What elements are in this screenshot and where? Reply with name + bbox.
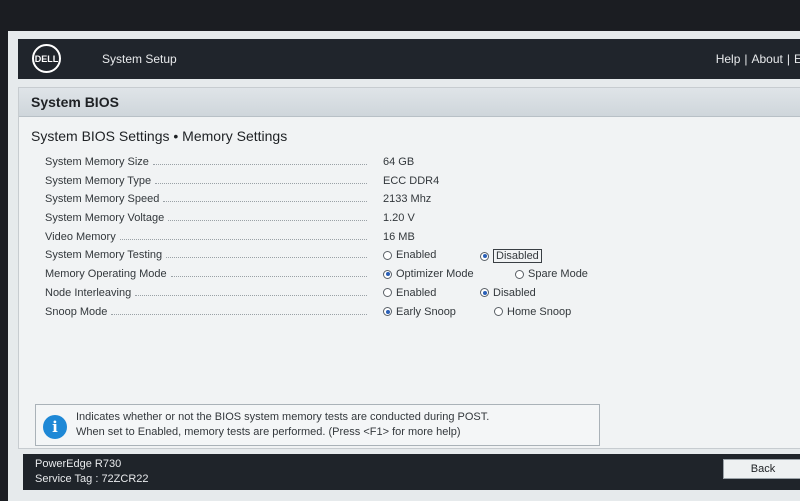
separator: | bbox=[786, 52, 790, 66]
help-text: Indicates whether or not the BIOS system… bbox=[76, 410, 489, 440]
radio-node-interleaving-disabled[interactable]: Disabled bbox=[480, 287, 536, 299]
setting-row-memory-operating-mode: Memory Operating Mode Optimizer Mode Spa… bbox=[19, 266, 800, 285]
leader-dots bbox=[163, 201, 367, 203]
back-button[interactable]: Back bbox=[723, 459, 800, 479]
radio-label: Optimizer Mode bbox=[396, 268, 474, 281]
radio-label: Disabled bbox=[493, 249, 542, 264]
setting-label: System Memory Voltage bbox=[45, 212, 165, 225]
setting-value: 1.20 V bbox=[383, 212, 415, 225]
setting-label: System Memory Type bbox=[45, 174, 152, 187]
radio-node-interleaving-enabled[interactable]: Enabled bbox=[383, 287, 436, 299]
setting-label: System Memory Size bbox=[45, 156, 149, 168]
info-icon: i bbox=[43, 415, 67, 439]
setting-value: 2133 Mhz bbox=[383, 193, 432, 206]
leader-dots bbox=[135, 294, 367, 296]
leader-dots bbox=[168, 220, 367, 222]
system-model: PowerEdge R730 bbox=[35, 458, 122, 470]
setting-row-memory-speed: System Memory Speed 2133 Mhz bbox=[19, 191, 800, 210]
leader-dots bbox=[119, 238, 367, 240]
radio-label: Disabled bbox=[493, 286, 536, 299]
header-links: Help|About|Ex bbox=[716, 52, 800, 66]
radio-optimizer-mode[interactable]: Optimizer Mode bbox=[383, 268, 474, 280]
radio-icon bbox=[515, 269, 524, 279]
footer-bar: PowerEdge R730 Service Tag : 72ZCR22 Bac… bbox=[23, 454, 800, 490]
leader-dots bbox=[170, 276, 367, 278]
setting-label: System Memory Testing bbox=[45, 249, 163, 262]
leader-dots bbox=[155, 182, 367, 184]
separator: | bbox=[744, 52, 748, 66]
setting-value: ECC DDR4 bbox=[383, 174, 440, 187]
exit-link[interactable]: Ex bbox=[794, 52, 800, 66]
radio-memory-testing-disabled[interactable]: Disabled bbox=[480, 249, 542, 264]
app-title: System Setup bbox=[102, 52, 177, 66]
radio-icon bbox=[383, 250, 392, 260]
setting-label: Memory Operating Mode bbox=[45, 268, 167, 281]
radio-label: Early Snoop bbox=[396, 305, 456, 318]
about-link[interactable]: About bbox=[752, 52, 783, 66]
settings-panel: System BIOS System BIOS Settings • Memor… bbox=[18, 87, 800, 449]
help-link[interactable]: Help bbox=[716, 52, 741, 66]
settings-list: System Memory Size 64 GB System Memory T… bbox=[19, 154, 800, 322]
radio-selected-icon bbox=[480, 251, 489, 261]
setting-label: Node Interleaving bbox=[45, 286, 132, 299]
radio-home-snoop[interactable]: Home Snoop bbox=[494, 306, 571, 318]
setting-row-memory-size: System Memory Size 64 GB bbox=[19, 154, 800, 173]
top-bar: DELL System Setup Help|About|Ex bbox=[18, 39, 800, 79]
radio-label: Enabled bbox=[396, 249, 437, 262]
setting-row-node-interleaving: Node Interleaving Enabled Disabled bbox=[19, 285, 800, 304]
leader-dots bbox=[166, 257, 367, 259]
radio-icon bbox=[383, 288, 392, 298]
radio-icon bbox=[494, 307, 503, 316]
radio-label: Enabled bbox=[396, 286, 437, 299]
setting-row-memory-testing: System Memory Testing Enabled Disabled bbox=[19, 247, 800, 266]
radio-selected-icon bbox=[480, 288, 489, 298]
setting-row-video-memory: Video Memory 16 MB bbox=[19, 229, 800, 248]
panel-header: System BIOS bbox=[19, 88, 800, 117]
radio-selected-icon bbox=[383, 269, 392, 279]
page-subtitle: System BIOS Settings • Memory Settings bbox=[31, 128, 288, 144]
help-box: i Indicates whether or not the BIOS syst… bbox=[35, 404, 600, 446]
leader-dots bbox=[111, 313, 367, 315]
dell-logo: DELL bbox=[32, 44, 61, 73]
setting-label: Video Memory bbox=[45, 230, 116, 243]
radio-memory-testing-enabled[interactable]: Enabled bbox=[383, 249, 436, 261]
help-line: When set to Enabled, memory tests are pe… bbox=[76, 426, 461, 438]
setting-value: 64 GB bbox=[383, 156, 415, 168]
setting-row-snoop-mode: Snoop Mode Early Snoop Home Snoop bbox=[19, 304, 800, 323]
setting-value: 16 MB bbox=[383, 230, 415, 243]
radio-label: Home Snoop bbox=[507, 305, 572, 318]
bios-screen: DELL System Setup Help|About|Ex System B… bbox=[8, 31, 800, 501]
leader-dots bbox=[152, 164, 367, 165]
radio-selected-icon bbox=[383, 307, 392, 316]
setting-row-memory-type: System Memory Type ECC DDR4 bbox=[19, 173, 800, 192]
radio-early-snoop[interactable]: Early Snoop bbox=[383, 306, 456, 318]
setting-label: System Memory Speed bbox=[45, 193, 160, 206]
radio-label: Spare Mode bbox=[528, 268, 588, 281]
setting-label: Snoop Mode bbox=[45, 305, 108, 318]
setting-row-memory-voltage: System Memory Voltage 1.20 V bbox=[19, 210, 800, 229]
radio-spare-mode[interactable]: Spare Mode bbox=[515, 268, 588, 280]
service-tag: Service Tag : 72ZCR22 bbox=[35, 473, 149, 485]
help-line: Indicates whether or not the BIOS system… bbox=[76, 411, 490, 423]
panel-title: System BIOS bbox=[31, 94, 119, 110]
